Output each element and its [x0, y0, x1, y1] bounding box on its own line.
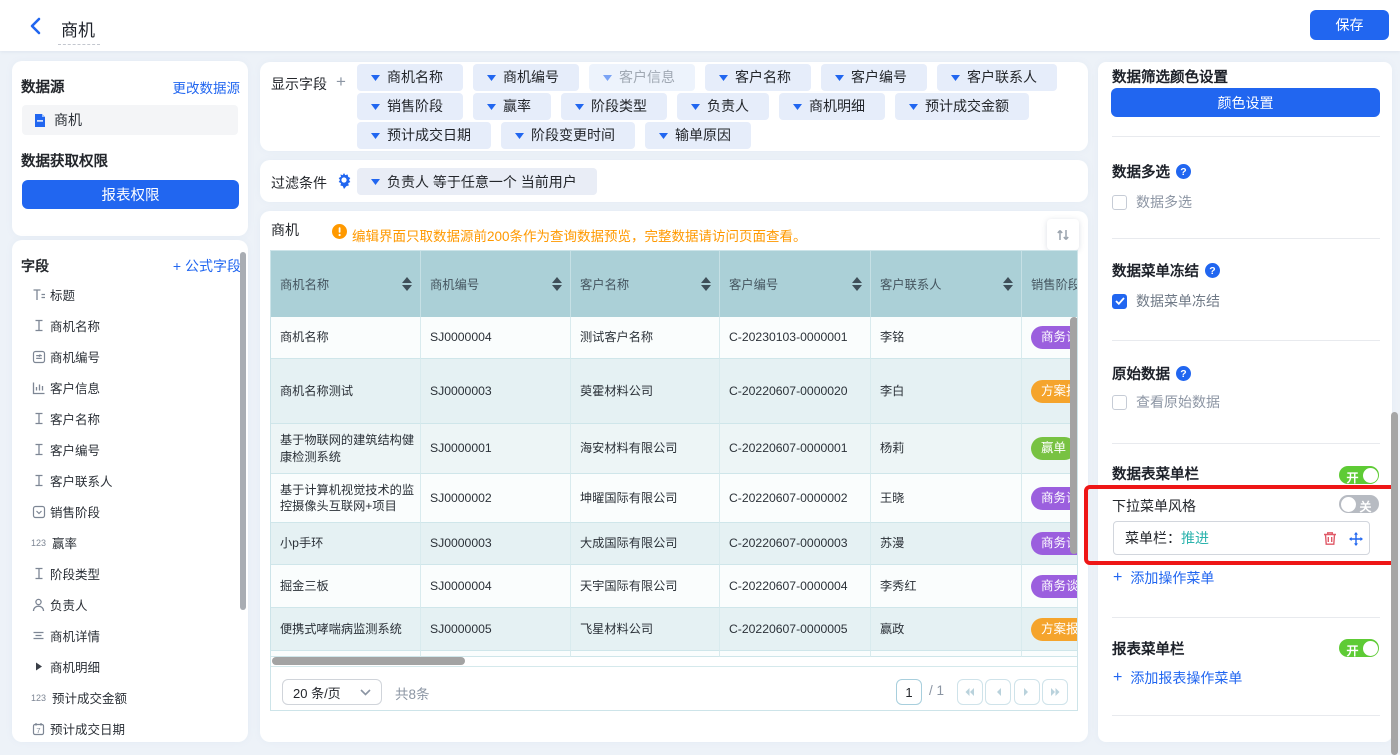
svg-text:7: 7 [36, 726, 40, 735]
